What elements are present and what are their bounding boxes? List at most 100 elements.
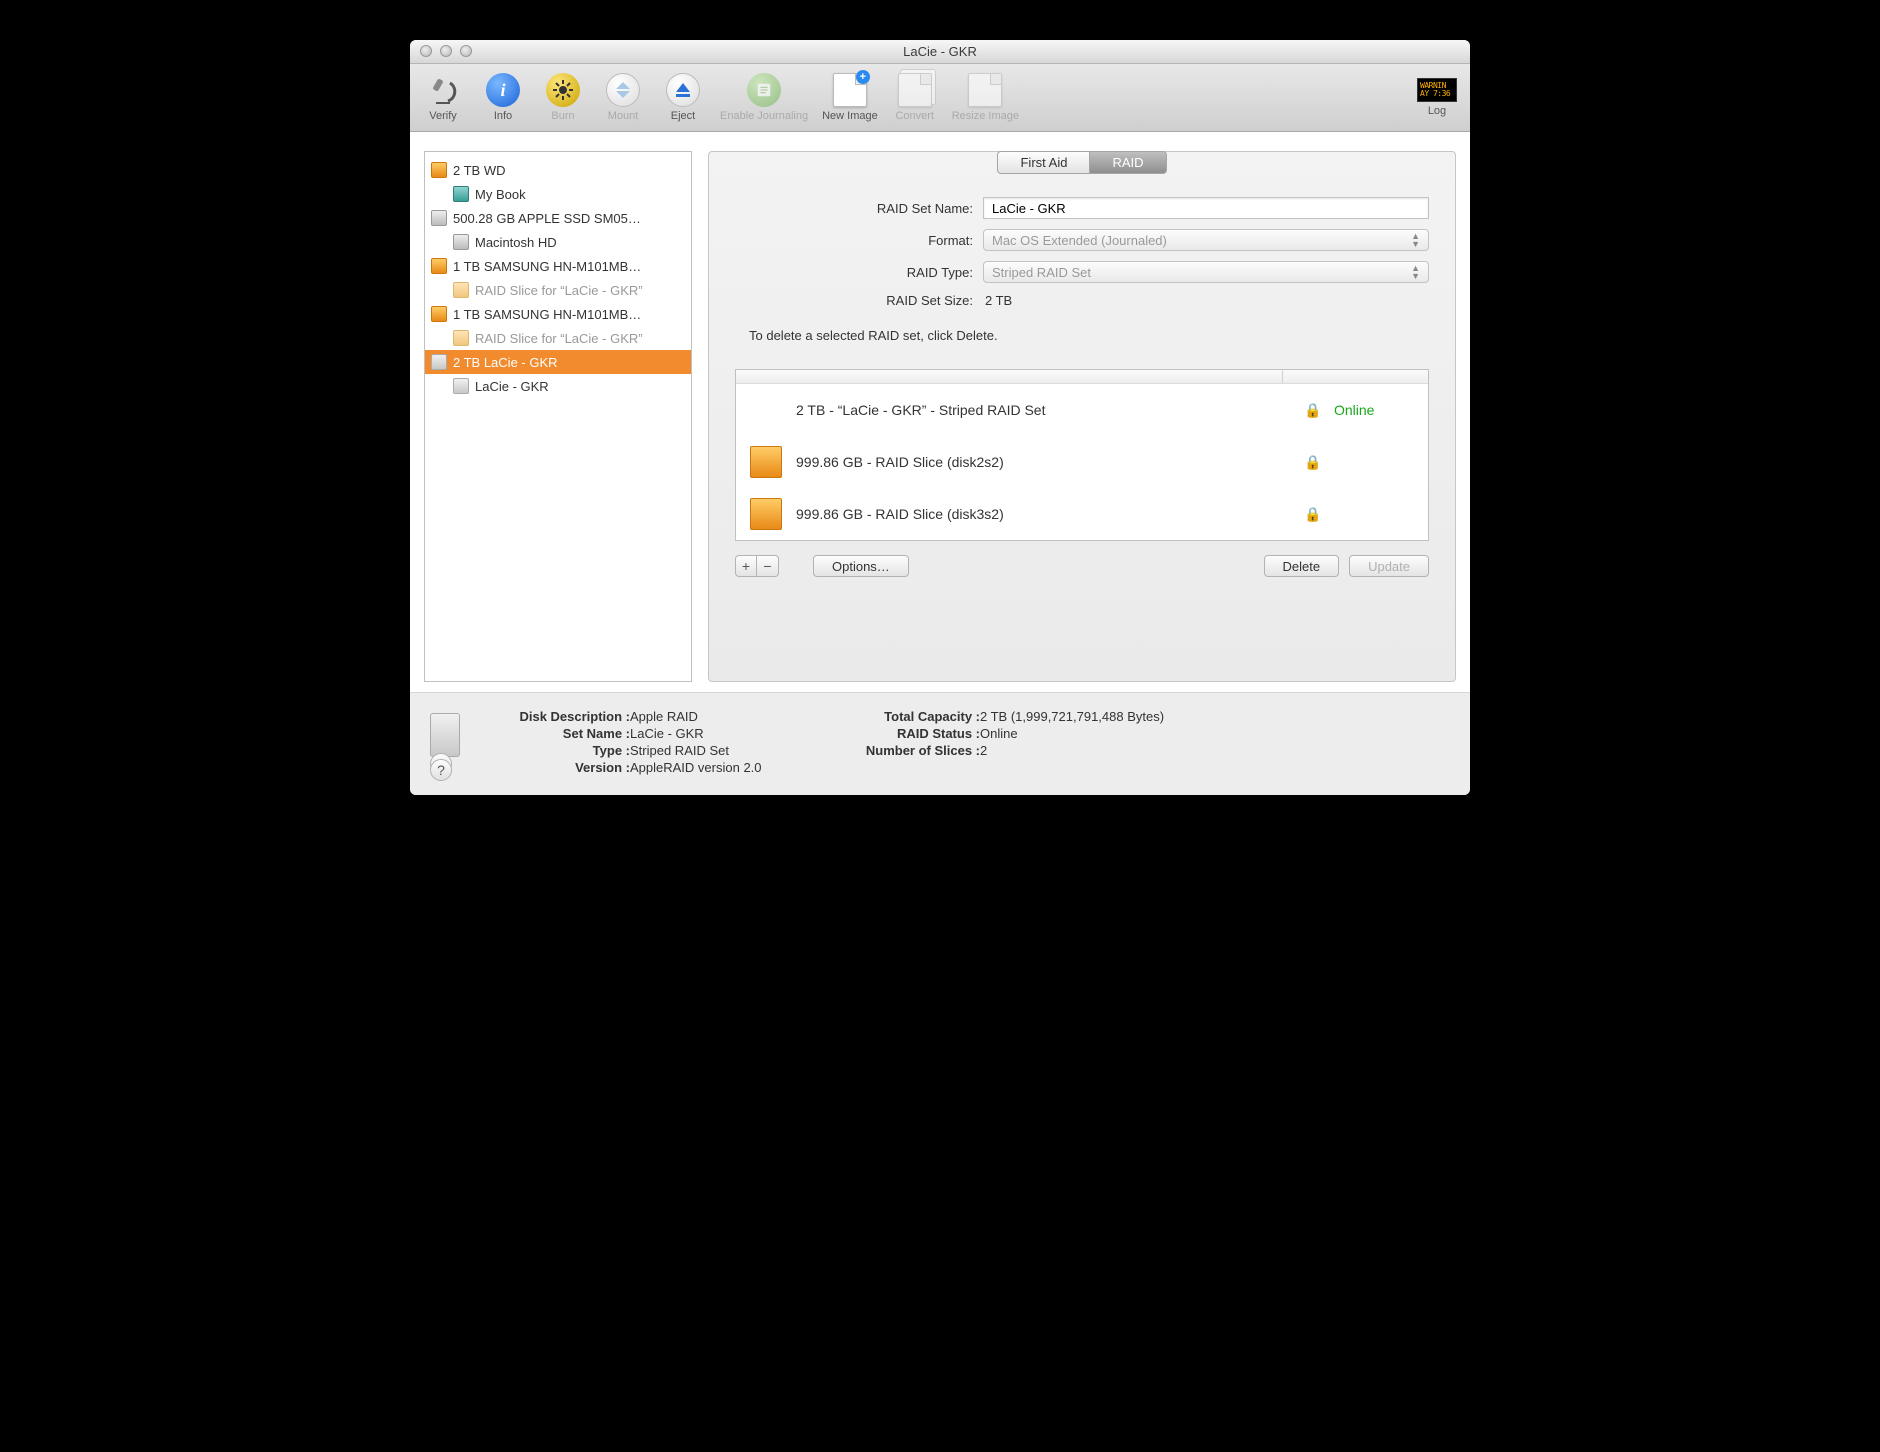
lock-icon: 🔒	[1304, 506, 1320, 523]
raid-form: RAID Set Name: Format: Mac OS Extended (…	[709, 175, 1455, 343]
sidebar-item-label: Macintosh HD	[475, 235, 557, 250]
log-icon: WARNIN AY 7:36	[1417, 78, 1457, 102]
disk-icon	[453, 330, 469, 346]
sidebar-item[interactable]: Macintosh HD	[425, 230, 691, 254]
mount-button[interactable]: Mount	[600, 73, 646, 122]
disk-utility-window: LaCie - GKR Verify i Info Burn Mount	[410, 40, 1470, 795]
drive-icon	[750, 446, 782, 478]
raid-type-value: Striped RAID Set	[992, 265, 1091, 280]
members-header	[736, 370, 1428, 384]
raid-name-label: RAID Set Name:	[735, 201, 983, 216]
raid-member-row[interactable]: 999.86 GB - RAID Slice (disk2s2)🔒	[736, 436, 1428, 488]
zoom-window-button[interactable]	[460, 45, 472, 57]
version-value: AppleRAID version 2.0	[630, 760, 762, 775]
tab-raid[interactable]: RAID	[1090, 151, 1166, 174]
sidebar-item[interactable]: 1 TB SAMSUNG HN-M101MB…	[425, 254, 691, 278]
raid-type-label: RAID Type:	[735, 265, 983, 280]
set-name-label: Set Name :	[490, 726, 630, 741]
member-label: 999.86 GB - RAID Slice (disk2s2)	[796, 454, 1290, 470]
sidebar-item[interactable]: RAID Slice for “LaCie - GKR”	[425, 326, 691, 350]
num-slices-label: Number of Slices :	[840, 743, 980, 758]
window-controls	[420, 45, 472, 57]
convert-icon	[898, 73, 932, 107]
sidebar-item-label: My Book	[475, 187, 526, 202]
add-member-button[interactable]: +	[735, 555, 757, 577]
burn-icon	[546, 73, 580, 107]
raid-member-row[interactable]: 999.86 GB - RAID Slice (disk3s2) 🔒	[736, 488, 1428, 540]
raid-size-label: RAID Set Size:	[735, 293, 983, 308]
raid-type-select[interactable]: Striped RAID Set ▲▼	[983, 261, 1429, 283]
sidebar-item-label: 500.28 GB APPLE SSD SM05…	[453, 211, 641, 226]
log-button[interactable]: WARNIN AY 7:36 Log	[1414, 78, 1460, 117]
sidebar-item-label: RAID Slice for “LaCie - GKR”	[475, 331, 643, 346]
titlebar: LaCie - GKR	[410, 40, 1470, 64]
sidebar-item[interactable]: My Book	[425, 182, 691, 206]
sidebar-item[interactable]: 1 TB SAMSUNG HN-M101MB…	[425, 302, 691, 326]
verify-button[interactable]: Verify	[420, 73, 466, 122]
burn-label: Burn	[551, 110, 574, 122]
help-button[interactable]: ?	[430, 759, 452, 781]
convert-button[interactable]: Convert	[892, 73, 938, 122]
update-button[interactable]: Update	[1349, 555, 1429, 577]
sidebar-item[interactable]: 2 TB WD	[425, 158, 691, 182]
disk-icon	[453, 378, 469, 394]
sidebar-item[interactable]: 500.28 GB APPLE SSD SM05…	[425, 206, 691, 230]
resize-icon	[968, 73, 1002, 107]
format-select[interactable]: Mac OS Extended (Journaled) ▲▼	[983, 229, 1429, 251]
info-button[interactable]: i Info	[480, 73, 526, 122]
toolbar: Verify i Info Burn Mount Eject	[410, 64, 1470, 132]
journaling-label: Enable Journaling	[720, 110, 808, 122]
member-label: 999.86 GB - RAID Slice (disk3s2)	[796, 506, 1290, 522]
close-window-button[interactable]	[420, 45, 432, 57]
disk-icon	[431, 210, 447, 226]
raid-buttons: + − Options… Delete Update	[709, 555, 1455, 577]
tab-first-aid[interactable]: First Aid	[997, 151, 1090, 174]
total-capacity-label: Total Capacity :	[840, 709, 980, 724]
raid-members-list[interactable]: 2 TB - “LaCie - GKR” - Striped RAID Set 🔒…	[735, 369, 1429, 541]
log-label: Log	[1428, 105, 1446, 117]
total-capacity-value: 2 TB (1,999,721,791,488 Bytes)	[980, 709, 1164, 724]
new-image-label: New Image	[822, 110, 878, 122]
new-image-icon	[833, 73, 867, 107]
remove-member-button[interactable]: −	[757, 555, 779, 577]
chevron-updown-icon: ▲▼	[1411, 232, 1420, 248]
window-title: LaCie - GKR	[410, 44, 1470, 59]
main-panel: First Aid RAID RAID Set Name: Format: Ma…	[708, 151, 1456, 682]
device-icon	[430, 713, 460, 757]
raid-member-row[interactable]: 2 TB - “LaCie - GKR” - Striped RAID Set🔒…	[736, 384, 1428, 436]
disk-icon	[453, 234, 469, 250]
resize-image-button[interactable]: Resize Image	[952, 73, 1019, 122]
sidebar-item[interactable]: LaCie - GKR	[425, 374, 691, 398]
sidebar-item-label: 2 TB LaCie - GKR	[453, 355, 558, 370]
sidebar-item[interactable]: 2 TB LaCie - GKR	[425, 350, 691, 374]
disk-sidebar[interactable]: 2 TB WD My Book 500.28 GB APPLE SSD SM05… M…	[424, 151, 692, 682]
disk-description-label: Disk Description :	[490, 709, 630, 724]
new-image-button[interactable]: New Image	[822, 73, 878, 122]
eject-label: Eject	[671, 110, 695, 122]
sidebar-item-label: RAID Slice for “LaCie - GKR”	[475, 283, 643, 298]
member-label: 2 TB - “LaCie - GKR” - Striped RAID Set	[796, 402, 1290, 418]
set-name-value: LaCie - GKR	[630, 726, 704, 741]
journaling-icon	[747, 73, 781, 107]
sidebar-item-label: 2 TB WD	[453, 163, 506, 178]
drive-icon	[750, 498, 782, 530]
delete-button[interactable]: Delete	[1264, 555, 1340, 577]
eject-button[interactable]: Eject	[660, 73, 706, 122]
sidebar-item[interactable]: RAID Slice for “LaCie - GKR”	[425, 278, 691, 302]
burn-button[interactable]: Burn	[540, 73, 586, 122]
enable-journaling-button[interactable]: Enable Journaling	[720, 73, 808, 122]
eject-icon	[666, 73, 700, 107]
disk-icon	[453, 186, 469, 202]
convert-label: Convert	[895, 110, 934, 122]
raid-status-value-footer: Online	[980, 726, 1018, 741]
format-value: Mac OS Extended (Journaled)	[992, 233, 1167, 248]
disk-icon	[431, 354, 447, 370]
disk-description-value: Apple RAID	[630, 709, 698, 724]
chevron-updown-icon: ▲▼	[1411, 264, 1420, 280]
raid-name-input[interactable]	[983, 197, 1429, 219]
type-value: Striped RAID Set	[630, 743, 729, 758]
drive-icon	[750, 394, 782, 426]
options-button[interactable]: Options…	[813, 555, 909, 577]
mount-label: Mount	[608, 110, 639, 122]
minimize-window-button[interactable]	[440, 45, 452, 57]
